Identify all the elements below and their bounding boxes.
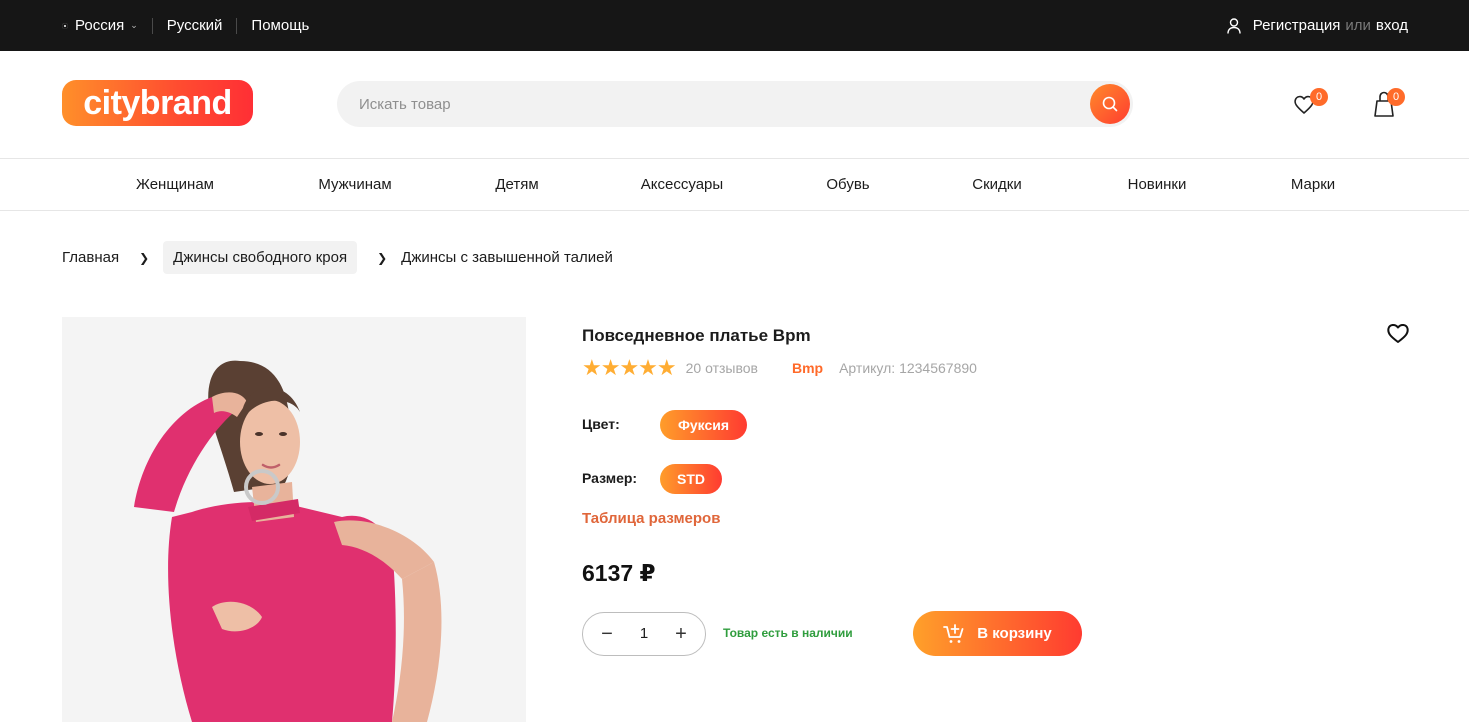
header: citybrand 0 0 — [0, 51, 1469, 158]
region-selector[interactable]: Россия ⌄ — [62, 17, 138, 34]
color-label: Цвет: — [582, 416, 620, 432]
region-label: Россия — [75, 17, 125, 34]
nav-item-men[interactable]: Мужчинам — [318, 159, 391, 210]
breadcrumb-current: Джинсы с завышенной талией — [401, 249, 613, 266]
quantity-stepper: − 1 + — [582, 612, 706, 656]
nav-item-sale[interactable]: Скидки — [972, 159, 1021, 210]
category-nav: Женщинам Мужчинам Детям Аксессуары Обувь… — [0, 158, 1469, 211]
breadcrumb-home[interactable]: Главная — [62, 249, 119, 266]
increase-quantity-button[interactable]: + — [661, 613, 701, 655]
register-link[interactable]: Регистрация — [1253, 17, 1341, 34]
chevron-down-icon: ⌄ — [130, 20, 138, 30]
divider — [151, 17, 153, 34]
size-option[interactable]: STD — [660, 464, 722, 494]
user-icon — [1227, 17, 1241, 34]
rating-stars-icon: ★★★★★ — [582, 355, 677, 380]
location-pin-icon — [62, 22, 68, 29]
top-bar-left: Россия ⌄ Русский Помощь — [62, 0, 309, 51]
search-icon — [1102, 96, 1118, 112]
product-title: Повседневное платье Bpm — [582, 326, 811, 345]
chevron-right-icon: ❯ — [139, 250, 150, 265]
product-image[interactable] — [62, 317, 526, 722]
size-label: Размер: — [582, 470, 638, 486]
or-text: или — [1345, 17, 1371, 34]
nav-item-accessories[interactable]: Аксессуары — [641, 159, 723, 210]
color-option[interactable]: Фуксия — [660, 410, 747, 440]
sku-text: Артикул: 1234567890 — [839, 360, 977, 376]
favorites-button[interactable]: 0 — [1290, 85, 1330, 125]
search-bar — [337, 81, 1133, 127]
product-photo — [62, 317, 526, 722]
search-button[interactable] — [1090, 84, 1130, 124]
cart-button[interactable]: 0 — [1371, 85, 1411, 125]
top-bar: Россия ⌄ Русский Помощь Регистрация или … — [0, 0, 1469, 51]
login-link[interactable]: вход — [1376, 17, 1408, 34]
nav-item-shoes[interactable]: Обувь — [826, 159, 869, 210]
chevron-right-icon: ❯ — [377, 250, 388, 265]
cart-badge: 0 — [1387, 88, 1405, 106]
top-bar-right: Регистрация или вход — [1227, 0, 1408, 51]
wishlist-heart-icon[interactable] — [1386, 322, 1410, 344]
search-input[interactable] — [359, 81, 1059, 127]
brand-link[interactable]: Bmp — [792, 360, 823, 376]
quantity-value[interactable]: 1 — [623, 613, 665, 655]
stock-status: Товар есть в наличии — [723, 626, 853, 640]
help-link[interactable]: Помощь — [251, 17, 309, 34]
product-price: 6137 ₽ — [582, 560, 656, 586]
nav-item-women[interactable]: Женщинам — [136, 159, 214, 210]
favorites-badge: 0 — [1310, 88, 1328, 106]
cart-add-icon — [943, 623, 964, 643]
nav-item-brands[interactable]: Марки — [1291, 159, 1335, 210]
reviews-link[interactable]: 20 отзывов — [686, 360, 758, 376]
breadcrumb: Главная ❯ Джинсы свободного кроя ❯ Джинс… — [62, 241, 613, 274]
nav-item-new[interactable]: Новинки — [1128, 159, 1187, 210]
divider — [236, 17, 238, 34]
breadcrumb-category[interactable]: Джинсы свободного кроя — [163, 241, 358, 274]
nav-item-kids[interactable]: Детям — [495, 159, 538, 210]
language-selector[interactable]: Русский — [167, 17, 223, 34]
add-to-cart-button[interactable]: В корзину — [913, 611, 1082, 656]
size-table-link[interactable]: Таблица размеров — [582, 510, 720, 527]
rating-row: ★★★★★ 20 отзывов Bmp Артикул: 1234567890 — [582, 355, 977, 380]
logo[interactable]: citybrand — [62, 80, 253, 126]
add-to-cart-label: В корзину — [977, 625, 1052, 642]
decrease-quantity-button[interactable]: − — [587, 613, 627, 655]
